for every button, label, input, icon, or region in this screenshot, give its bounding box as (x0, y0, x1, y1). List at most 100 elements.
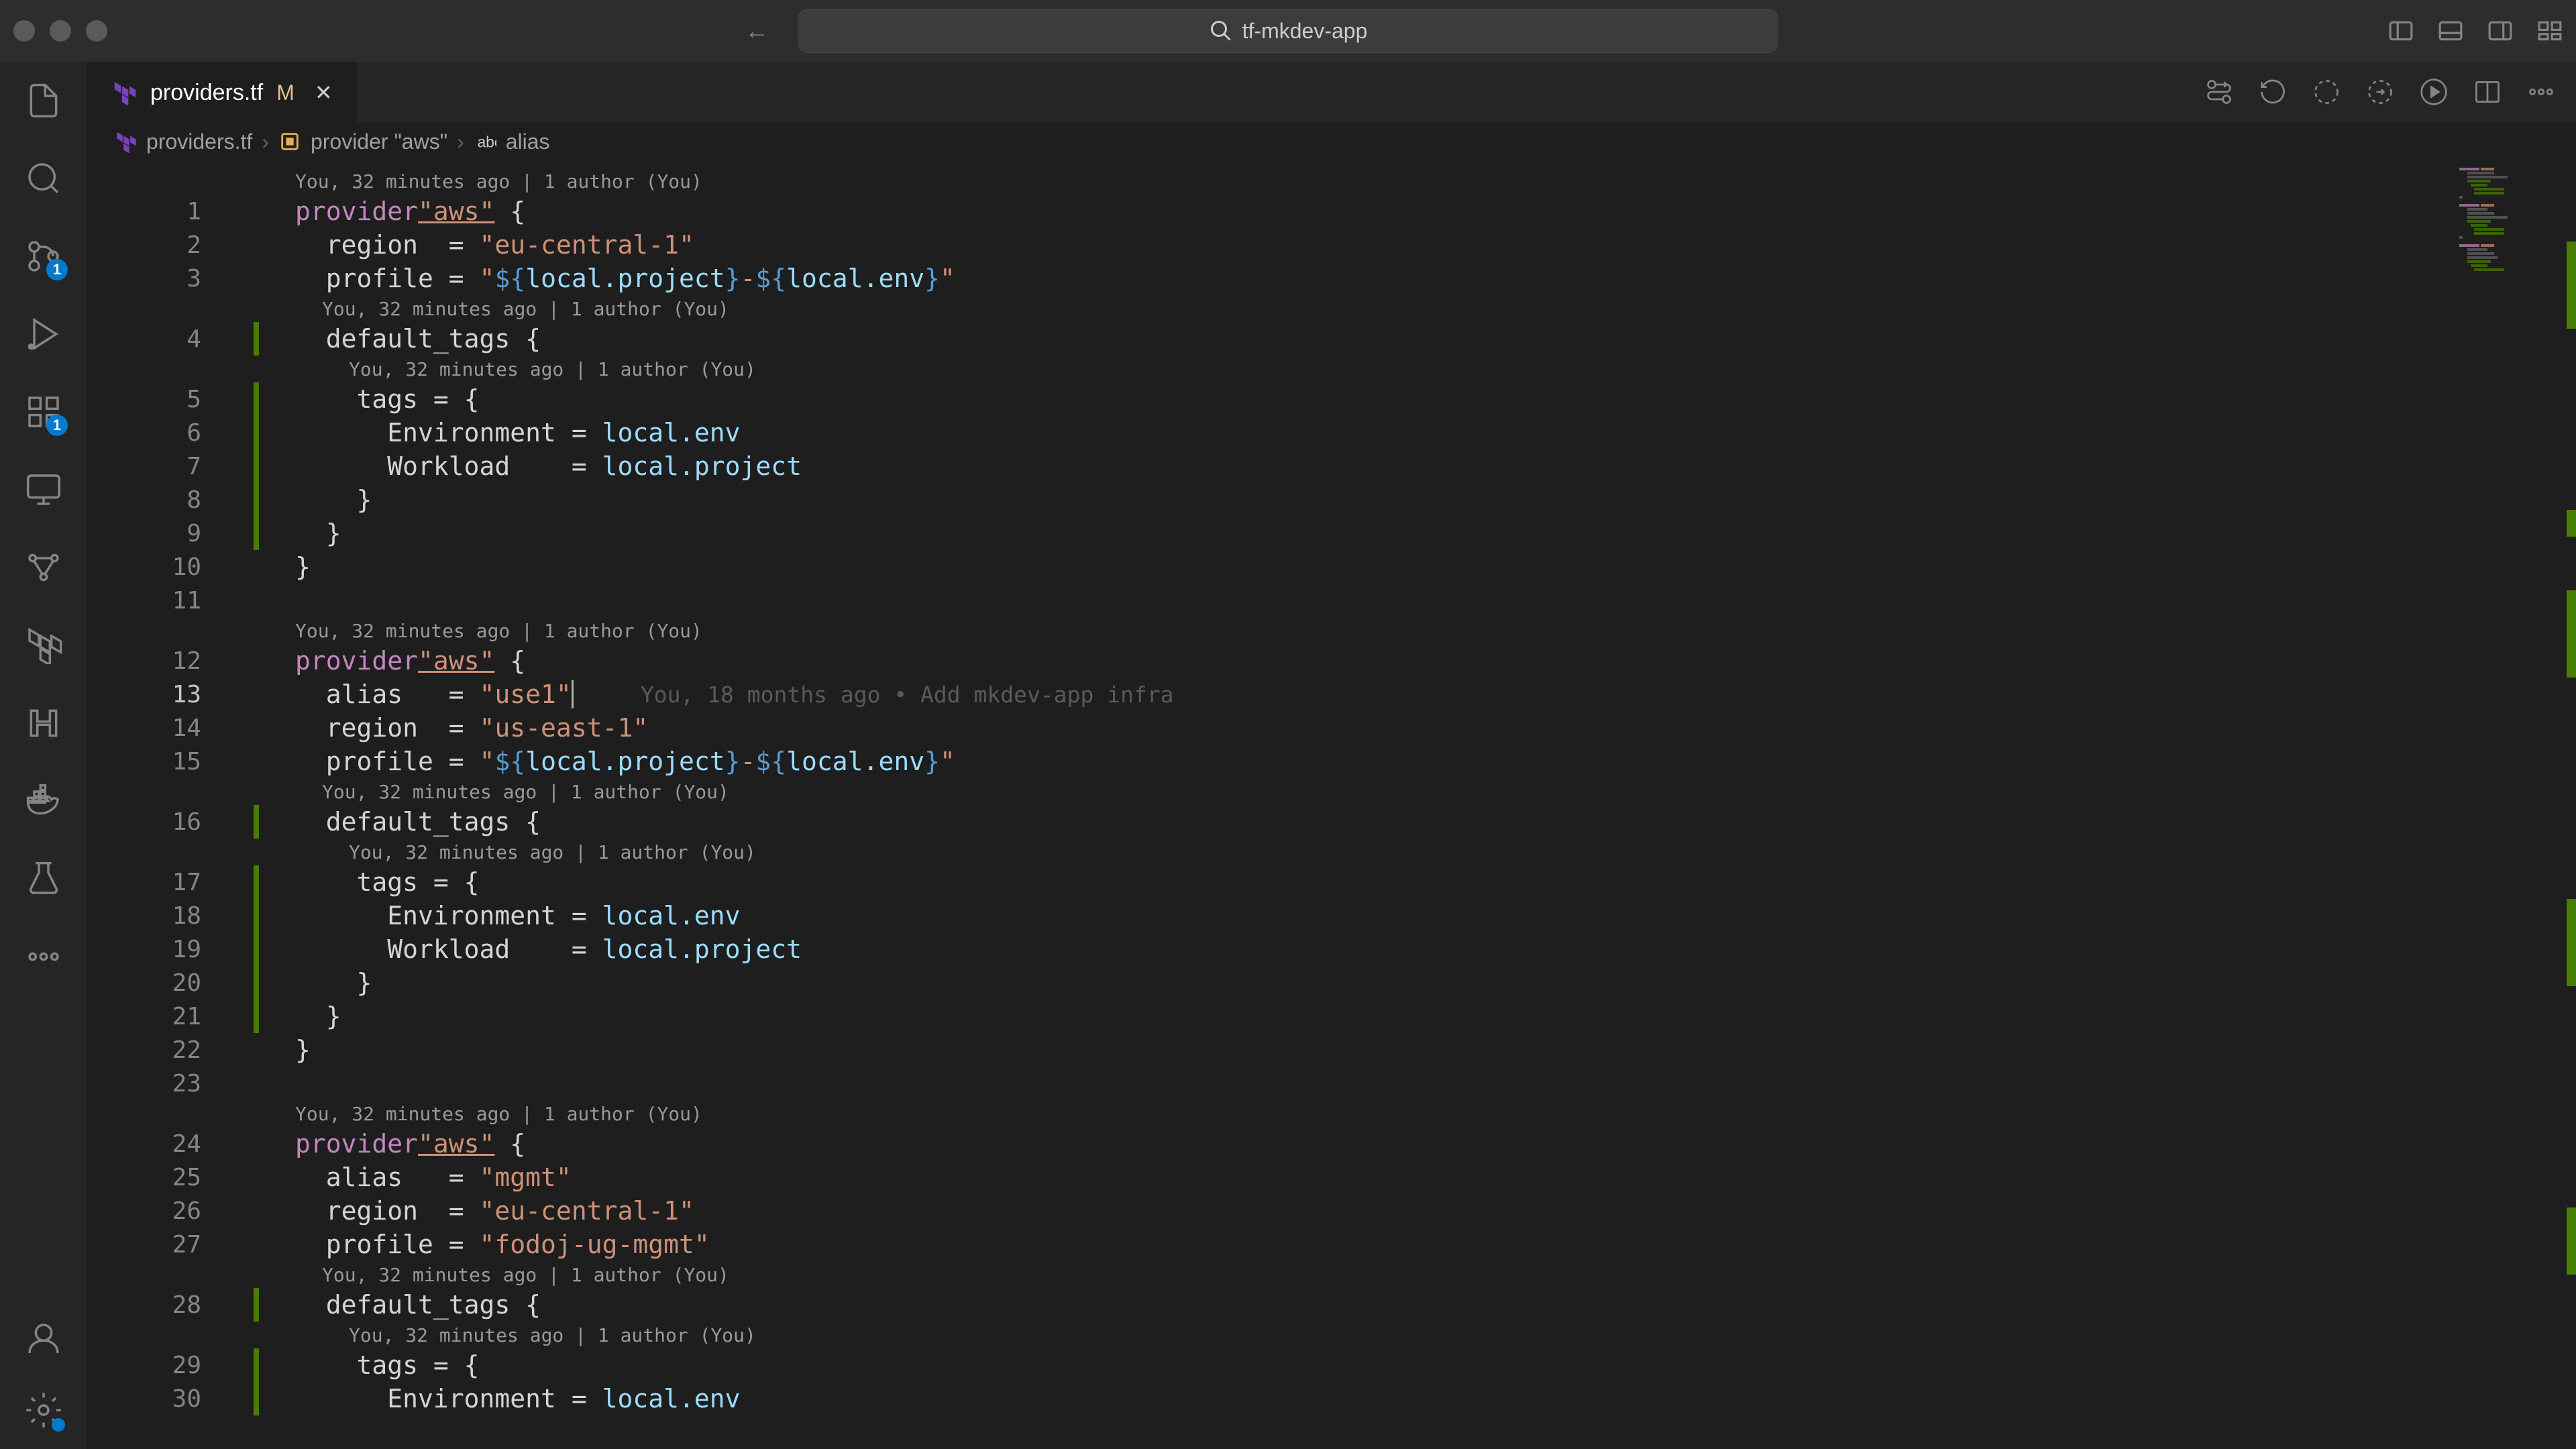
code-line[interactable]: 28 default_tags { (87, 1288, 2576, 1322)
gutter-modified (254, 932, 259, 966)
code-line[interactable]: 18 Environment = local.env (87, 899, 2576, 932)
line-number: 15 (87, 748, 248, 775)
extensions-badge: 1 (46, 415, 68, 436)
test-icon[interactable] (25, 860, 62, 898)
tab-filename: providers.tf (150, 80, 263, 106)
code-line[interactable]: 6 Environment = local.env (87, 416, 2576, 449)
revert-icon[interactable] (2258, 77, 2288, 107)
toggle-primary-sidebar-icon[interactable] (2388, 18, 2414, 44)
code-lens[interactable]: You, 32 minutes ago | 1 author (You) (87, 617, 2576, 644)
next-change-icon[interactable] (2365, 77, 2395, 107)
code-line[interactable]: 30 Environment = local.env (87, 1382, 2576, 1415)
customize-layout-icon[interactable] (2537, 18, 2563, 44)
code-line[interactable]: 21 } (87, 1000, 2576, 1033)
code-lens[interactable]: You, 32 minutes ago | 1 author (You) (87, 168, 2576, 195)
editor-tab[interactable]: providers.tf M ✕ (87, 62, 358, 122)
settings-gear-icon[interactable] (25, 1391, 62, 1429)
breadcrumb-file[interactable]: providers.tf (146, 129, 252, 154)
editor-actions (2204, 77, 2576, 107)
gutter-modified (254, 483, 259, 517)
code-lens[interactable]: You, 32 minutes ago | 1 author (You) (87, 1322, 2576, 1348)
code-line[interactable]: 11 (87, 584, 2576, 617)
prev-change-icon[interactable] (2312, 77, 2341, 107)
toggle-panel-icon[interactable] (2438, 18, 2463, 44)
line-number: 7 (87, 453, 248, 480)
overview-ruler[interactable] (2560, 161, 2576, 1449)
code-line[interactable]: 3 profile = "${local.project}-${local.en… (87, 262, 2576, 295)
toggle-secondary-sidebar-icon[interactable] (2487, 18, 2513, 44)
breadcrumb-symbol1[interactable]: provider "aws" (311, 129, 447, 154)
ruler-mark (2567, 590, 2576, 678)
code-line[interactable]: 1 provider "aws" { (87, 195, 2576, 228)
split-editor-icon[interactable] (2473, 77, 2502, 107)
editor[interactable]: You, 32 minutes ago | 1 author (You) 1 p… (87, 161, 2576, 1449)
tab-modified-indicator: M (276, 80, 294, 105)
code-line[interactable]: 10 } (87, 550, 2576, 584)
run-icon[interactable] (2419, 77, 2449, 107)
window-close-button[interactable] (13, 20, 35, 42)
minimap[interactable] (2459, 168, 2560, 288)
line-number: 16 (87, 808, 248, 836)
line-number: 29 (87, 1352, 248, 1379)
breadcrumbs[interactable]: providers.tf › provider "aws" › abc alia… (87, 122, 2576, 161)
code-line[interactable]: 23 (87, 1067, 2576, 1100)
window-maximize-button[interactable] (86, 20, 107, 42)
code-line[interactable]: 16 default_tags { (87, 805, 2576, 839)
code-line[interactable]: 7 Workload = local.project (87, 449, 2576, 483)
docker-icon[interactable] (25, 782, 62, 820)
code-line[interactable]: 9 } (87, 517, 2576, 550)
code-line[interactable]: 17 tags = { (87, 865, 2576, 899)
code-line[interactable]: 12 provider "aws" { (87, 644, 2576, 678)
gutter-modified (254, 865, 259, 899)
accounts-icon[interactable] (25, 1320, 62, 1358)
code-line[interactable]: 2 region = "eu-central-1" (87, 228, 2576, 262)
more-actions-icon[interactable] (2526, 77, 2556, 107)
more-icon[interactable] (25, 938, 62, 975)
code-lens[interactable]: You, 32 minutes ago | 1 author (You) (87, 356, 2576, 382)
command-center[interactable]: tf-mkdev-app (798, 9, 1778, 53)
line-number: 12 (87, 647, 248, 675)
code-line[interactable]: 20 } (87, 966, 2576, 1000)
code-line[interactable]: 13 alias = "use1"You, 18 months ago • Ad… (87, 678, 2576, 711)
line-number: 3 (87, 265, 248, 292)
code-lens[interactable]: You, 32 minutes ago | 1 author (You) (87, 778, 2576, 805)
gutter-modified (254, 449, 259, 483)
code-line[interactable]: 19 Workload = local.project (87, 932, 2576, 966)
line-number: 17 (87, 869, 248, 896)
breadcrumb-symbol2[interactable]: alias (506, 129, 550, 154)
nav-back-icon[interactable]: ← (745, 17, 769, 45)
search-activity-icon[interactable] (25, 160, 62, 197)
code-lens[interactable]: You, 32 minutes ago | 1 author (You) (87, 839, 2576, 865)
tab-close-icon[interactable]: ✕ (315, 80, 333, 105)
code-line[interactable]: 29 tags = { (87, 1348, 2576, 1382)
compare-changes-icon[interactable] (2204, 77, 2234, 107)
line-number: 25 (87, 1164, 248, 1191)
remote-explorer-icon[interactable] (25, 471, 62, 508)
extensions-icon[interactable]: 1 (25, 393, 62, 431)
line-number: 1 (87, 198, 248, 225)
editor-content[interactable]: You, 32 minutes ago | 1 author (You) 1 p… (87, 161, 2576, 1449)
code-line[interactable]: 22 } (87, 1033, 2576, 1067)
code-line[interactable]: 15 profile = "${local.project}-${local.e… (87, 745, 2576, 778)
explorer-icon[interactable] (25, 82, 62, 119)
code-lens[interactable]: You, 32 minutes ago | 1 author (You) (87, 295, 2576, 322)
source-control-icon[interactable]: 1 (25, 237, 62, 275)
code-line[interactable]: 24 provider "aws" { (87, 1127, 2576, 1161)
code-line[interactable]: 27 profile = "fodoj-ug-mgmt" (87, 1228, 2576, 1261)
terraform-icon[interactable] (25, 627, 62, 664)
code-lens[interactable]: You, 32 minutes ago | 1 author (You) (87, 1100, 2576, 1127)
gutter-modified (254, 805, 259, 839)
graph-icon[interactable] (25, 549, 62, 586)
code-line[interactable]: 4 default_tags { (87, 322, 2576, 356)
code-line[interactable]: 8 } (87, 483, 2576, 517)
code-line[interactable]: 14 region = "us-east-1" (87, 711, 2576, 745)
code-lens[interactable]: You, 32 minutes ago | 1 author (You) (87, 1261, 2576, 1288)
code-line[interactable]: 26 region = "eu-central-1" (87, 1194, 2576, 1228)
window-minimize-button[interactable] (50, 20, 71, 42)
run-debug-icon[interactable] (25, 315, 62, 353)
code-line[interactable]: 5 tags = { (87, 382, 2576, 416)
line-number: 5 (87, 386, 248, 413)
line-number: 6 (87, 419, 248, 447)
hashicorp-icon[interactable] (25, 704, 62, 742)
code-line[interactable]: 25 alias = "mgmt" (87, 1161, 2576, 1194)
